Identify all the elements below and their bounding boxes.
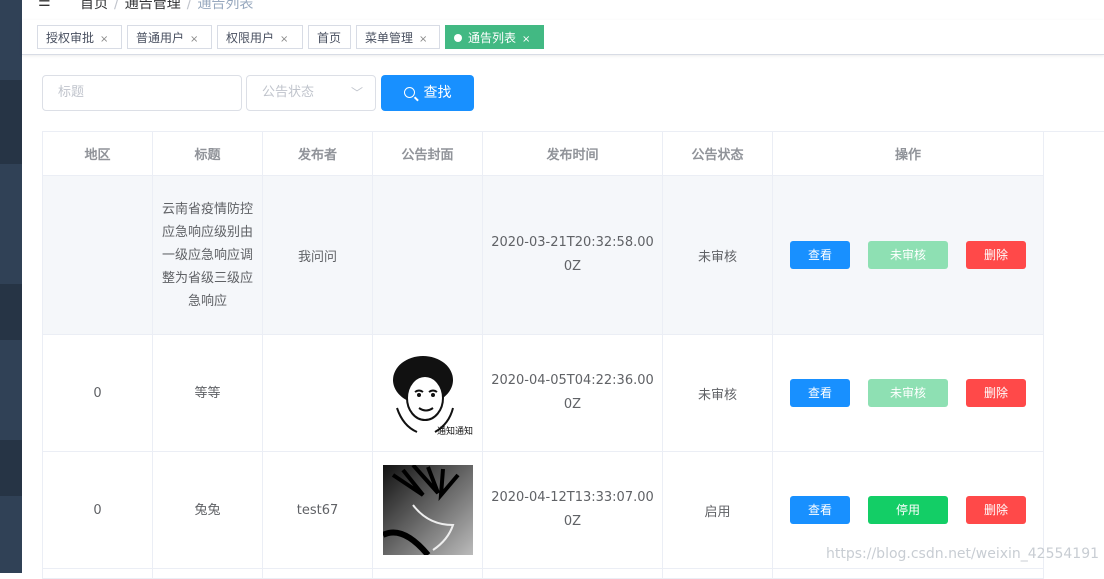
column-header: 公告状态: [662, 131, 773, 176]
search-button-label: 查找: [423, 85, 452, 101]
notice-table: 地区 标题 发布者 公告封面 发布时间 公告状态 操作 云南省疫情防控应急响应级…: [42, 131, 1044, 579]
status-select-placeholder: 公告状态: [262, 85, 315, 100]
tags-view: 授权审批 × 普通用户 × 权限用户 × 首页 菜单管理 × 通告列表 ×: [22, 20, 1104, 55]
breadcrumb-item-current: 通告列表: [197, 0, 254, 12]
tag-label: 通告列表: [468, 31, 517, 45]
tag-permission-users[interactable]: 权限用户 ×: [217, 25, 303, 49]
status-cell: 未审核: [662, 175, 773, 335]
navbar: ☰ 首页 / 通告管理 / 通告列表: [22, 0, 1104, 21]
watermark: https://blog.csdn.net/weixin_42554191: [826, 546, 1100, 562]
tag-notice-list[interactable]: 通告列表 ×: [445, 25, 544, 49]
table-row: 0 等等 通知通知 2020-04-05T04:22:36.000Z 未审核 查…: [42, 334, 1044, 452]
cover-caption: 通知通知: [437, 425, 473, 437]
publisher-cell: test67: [262, 451, 373, 569]
publisher-cell: [262, 334, 373, 452]
table-row: [42, 568, 1044, 579]
tag-label: 首页: [317, 31, 342, 45]
time-cell: 2020-03-21T20:32:58.000Z: [482, 175, 663, 335]
sidebar-menu-block[interactable]: [0, 440, 22, 496]
active-dot-icon: [454, 34, 462, 42]
status-cell: 启用: [662, 451, 773, 569]
search-icon: [403, 87, 415, 98]
tag-label: 授权审批: [46, 31, 95, 45]
tag-label: 菜单管理: [365, 31, 414, 45]
tag-label: 权限用户: [226, 31, 275, 45]
status-select[interactable]: 公告状态 ﹀: [246, 75, 376, 111]
close-icon[interactable]: ×: [100, 34, 108, 45]
sidebar: [0, 0, 22, 573]
view-button[interactable]: 查看: [790, 379, 850, 407]
column-header: 发布时间: [482, 131, 663, 176]
breadcrumb-item: 通告管理: [124, 0, 181, 12]
actions-cell: 查看 未审核 删除: [772, 334, 1044, 452]
tag-auth-approval[interactable]: 授权审批 ×: [37, 25, 122, 49]
region-cell: 0: [42, 334, 153, 452]
sidebar-menu-block[interactable]: [0, 80, 22, 164]
tag-home[interactable]: 首页: [308, 25, 351, 49]
title-input[interactable]: 标题: [42, 75, 242, 111]
title-cell: 兔兔: [152, 451, 263, 569]
close-icon[interactable]: ×: [419, 34, 427, 45]
column-header: 操作: [772, 131, 1044, 176]
hamburger-icon[interactable]: ☰: [38, 0, 56, 10]
chevron-down-icon: ﹀: [350, 86, 363, 100]
region-cell: [42, 175, 153, 335]
close-icon[interactable]: ×: [280, 34, 288, 45]
column-header: 标题: [152, 131, 263, 176]
view-button[interactable]: 查看: [790, 496, 850, 524]
breadcrumb: 首页 / 通告管理 / 通告列表: [80, 0, 253, 13]
cover-cell: [372, 451, 483, 569]
cover-cell: 通知通知: [372, 334, 483, 452]
review-status-button[interactable]: 未审核: [868, 379, 948, 407]
delete-button[interactable]: 删除: [966, 496, 1026, 524]
actions-cell: 查看 未审核 删除: [772, 175, 1044, 335]
review-status-button[interactable]: 未审核: [868, 241, 948, 269]
title-input-placeholder: 标题: [58, 85, 85, 100]
delete-button[interactable]: 删除: [966, 379, 1026, 407]
column-header: 发布者: [262, 131, 373, 176]
view-button[interactable]: 查看: [790, 241, 850, 269]
delete-button[interactable]: 删除: [966, 241, 1026, 269]
search-button[interactable]: 查找: [381, 75, 474, 111]
disable-button[interactable]: 停用: [868, 496, 948, 524]
tag-label: 普通用户: [136, 31, 185, 45]
meme-face-icon: 通知通知: [382, 348, 473, 438]
tag-menu-management[interactable]: 菜单管理 ×: [356, 25, 440, 49]
status-cell: 未审核: [662, 334, 773, 452]
title-cell: 云南省疫情防控应急响应级别由一级应急响应调整为省级三级应急响应: [152, 175, 263, 335]
close-icon[interactable]: ×: [522, 34, 530, 45]
column-header: 公告封面: [372, 131, 483, 176]
time-cell: 2020-04-12T13:33:07.000Z: [482, 451, 663, 569]
anime-sketch-icon: [382, 465, 473, 555]
cover-cell: [372, 175, 483, 335]
breadcrumb-item[interactable]: 首页: [80, 0, 108, 12]
tag-normal-users[interactable]: 普通用户 ×: [127, 25, 212, 49]
close-icon[interactable]: ×: [190, 34, 198, 45]
column-header: 地区: [42, 131, 153, 176]
table-header-row: 地区 标题 发布者 公告封面 发布时间 公告状态 操作: [42, 131, 1044, 176]
title-cell: 等等: [152, 334, 263, 452]
time-cell: 2020-04-05T04:22:36.000Z: [482, 334, 663, 452]
publisher-cell: 我问问: [262, 175, 373, 335]
sidebar-menu-block[interactable]: [0, 284, 22, 340]
table-row: 云南省疫情防控应急响应级别由一级应急响应调整为省级三级应急响应 我问问 2020…: [42, 175, 1044, 335]
region-cell: 0: [42, 451, 153, 569]
